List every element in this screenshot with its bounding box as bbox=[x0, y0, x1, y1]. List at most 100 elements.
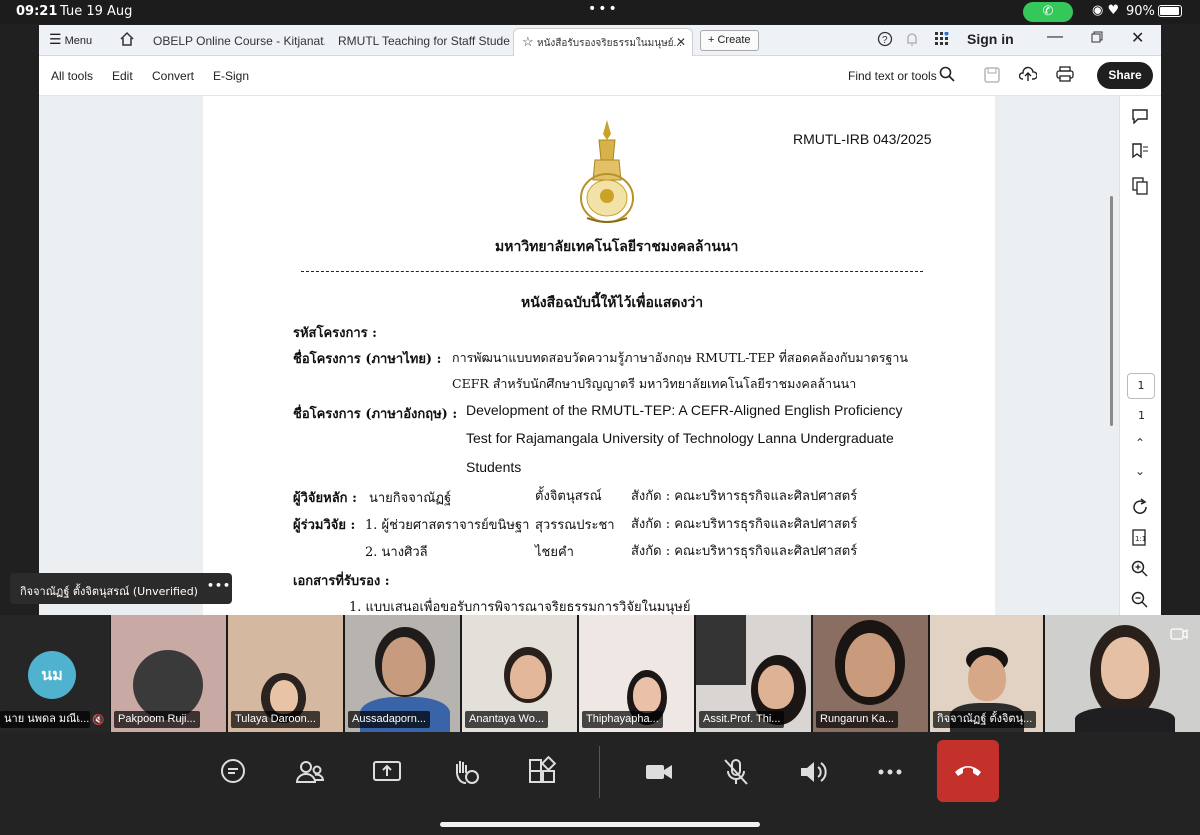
multitasking-dots-icon[interactable]: ••• bbox=[588, 1, 619, 17]
certificate-heading: หนังสือฉบับนี้ให้ไว้เพื่อแสดงว่า bbox=[521, 295, 704, 311]
camera-switch-icon[interactable] bbox=[1170, 627, 1188, 641]
find-text-field[interactable]: Find text or tools bbox=[848, 69, 937, 83]
date: Tue 19 Aug bbox=[60, 4, 133, 19]
reactions-icon[interactable] bbox=[449, 756, 481, 788]
share-screen-icon[interactable] bbox=[371, 756, 403, 788]
muted-mic-icon: 🔇 bbox=[92, 715, 105, 726]
convert-button[interactable]: Convert bbox=[152, 69, 194, 83]
participant-face bbox=[633, 677, 661, 713]
poster-background bbox=[696, 615, 746, 685]
star-icon[interactable]: ☆ bbox=[522, 34, 534, 49]
leave-call-button[interactable] bbox=[937, 740, 999, 802]
edit-button[interactable]: Edit bbox=[112, 69, 133, 83]
bookmark-icon[interactable] bbox=[1131, 143, 1149, 159]
tab-bar: ☰ Menu OBELP Online Course - Kitjanat...… bbox=[39, 25, 1161, 56]
hamburger-icon: ☰ bbox=[49, 31, 62, 47]
avatar: นม bbox=[28, 651, 76, 699]
share-button[interactable]: Share bbox=[1097, 62, 1153, 89]
divider-line bbox=[301, 271, 923, 272]
principal-investigator-label: ผู้วิจัยหลัก : bbox=[293, 491, 357, 506]
more-options-icon[interactable] bbox=[874, 756, 906, 788]
zoom-in-icon[interactable] bbox=[1131, 560, 1149, 578]
participant-face bbox=[270, 680, 298, 714]
help-icon[interactable]: ? bbox=[877, 31, 893, 47]
battery-percent: 90% bbox=[1126, 4, 1155, 19]
participant-tile[interactable]: Aussadaporn... bbox=[345, 615, 460, 732]
print-icon[interactable] bbox=[1056, 66, 1074, 82]
search-icon[interactable] bbox=[939, 66, 955, 82]
participant-face bbox=[382, 637, 426, 695]
active-call-pill[interactable]: ✆ bbox=[1023, 2, 1073, 22]
participant-name: Aussadaporn... bbox=[348, 711, 430, 728]
menu-button[interactable]: ☰ Menu bbox=[49, 31, 92, 48]
approved-documents-label: เอกสารที่รับรอง : bbox=[293, 574, 390, 589]
page-down-icon[interactable]: ⌄ bbox=[1135, 464, 1145, 478]
apps-grid-icon[interactable] bbox=[935, 32, 949, 46]
page-fit-icon[interactable]: 1:1 bbox=[1131, 529, 1149, 549]
all-tools-button[interactable]: All tools bbox=[51, 69, 93, 83]
zoom-out-icon[interactable] bbox=[1131, 591, 1149, 609]
participant-name: Thiphayapha... bbox=[582, 711, 663, 728]
pages-icon[interactable] bbox=[1131, 177, 1149, 195]
wifi-icon: ◉ ♥ bbox=[1092, 3, 1120, 18]
document-viewer[interactable]: RMUTL-IRB 043/2025 มหาวิทยาลัยเทคโนโลยีร… bbox=[39, 96, 1119, 615]
minimize-button[interactable]: — bbox=[1047, 28, 1063, 46]
presenter-name: กิจจาณัฏฐ์ ตั้งจิตนุสรณ์ (Unverified) bbox=[20, 585, 198, 598]
participant-name: Tulaya Daroon... bbox=[231, 711, 320, 728]
restore-button[interactable] bbox=[1091, 31, 1103, 43]
apps-icon[interactable] bbox=[526, 756, 558, 788]
bell-icon[interactable] bbox=[905, 31, 919, 47]
current-page-field[interactable]: 1 bbox=[1127, 373, 1155, 399]
cloud-upload-icon[interactable] bbox=[1019, 66, 1037, 82]
participant-name: Assit.Prof. Thi... bbox=[699, 711, 785, 728]
close-tab-icon[interactable]: ✕ bbox=[676, 29, 686, 55]
tab-rmutl[interactable]: RMUTL Teaching for Staff Stude... bbox=[330, 28, 510, 56]
speaker-icon[interactable] bbox=[797, 756, 829, 788]
participants-icon[interactable] bbox=[294, 756, 326, 788]
shared-screen: ☰ Menu OBELP Online Course - Kitjanat...… bbox=[39, 25, 1161, 615]
participant-name: นาย นพดล มณีเ... bbox=[0, 711, 90, 728]
tab-obelp[interactable]: OBELP Online Course - Kitjanat... bbox=[145, 28, 325, 56]
participant-tile[interactable]: Assit.Prof. Thi... bbox=[696, 615, 811, 732]
participant-tile[interactable]: Anantaya Wo... bbox=[462, 615, 577, 732]
project-name-th-line2: CEFR สำหรับนักศึกษาปริญญาตรี มหาวิทยาลัย… bbox=[452, 376, 857, 391]
chat-icon[interactable] bbox=[217, 756, 249, 788]
rotate-icon[interactable] bbox=[1131, 498, 1149, 516]
co-investigator-label: ผู้ร่วมวิจัย : bbox=[293, 518, 356, 533]
vertical-scrollbar[interactable] bbox=[1110, 196, 1113, 426]
close-window-button[interactable]: ✕ bbox=[1131, 28, 1144, 48]
participant-tile[interactable]: Rungarun Ka... bbox=[813, 615, 928, 732]
right-tool-rail: 1 1 ⌃ ⌄ 1:1 bbox=[1119, 96, 1161, 615]
project-name-en-line2: Test for Rajamangala University of Techn… bbox=[466, 430, 894, 446]
create-button[interactable]: + Create bbox=[700, 30, 759, 51]
participant-tile[interactable]: นม นาย นพดล มณีเ... 🔇 bbox=[0, 615, 110, 732]
co-investigator-1-last: สุวรรณประชา bbox=[535, 518, 615, 533]
project-name-en-line1: Development of the RMUTL-TEP: A CEFR-Ali… bbox=[466, 402, 903, 418]
participant-tile[interactable]: Thiphayapha... bbox=[579, 615, 694, 732]
participant-tile[interactable]: Tulaya Daroon... bbox=[228, 615, 343, 732]
participant-tile[interactable]: กิจจาณัฏฐ์ ตั้งจิตนุ... bbox=[930, 615, 1043, 732]
camera-icon[interactable] bbox=[643, 756, 675, 788]
irb-reference: RMUTL-IRB 043/2025 bbox=[793, 131, 932, 147]
project-name-th-line1: การพัฒนาแบบทดสอบวัดความรู้ภาษาอังกฤษ RMU… bbox=[452, 350, 908, 365]
project-name-en-line3: Students bbox=[466, 459, 522, 475]
participant-tile[interactable]: Pakpoom Ruji... bbox=[111, 615, 226, 732]
clock: 09:21 bbox=[16, 4, 58, 19]
mic-muted-icon[interactable] bbox=[720, 756, 752, 788]
tab-label: หนังสือรับรองจริยธรรมในมนุษย์... bbox=[537, 38, 682, 49]
home-indicator[interactable] bbox=[440, 822, 760, 827]
more-options-icon[interactable]: ••• bbox=[207, 579, 231, 592]
university-name: มหาวิทยาลัยเทคโนโลยีราชมงคลล้านนา bbox=[495, 239, 739, 255]
principal-investigator-first: นายกิจจาณัฏฐ์ bbox=[369, 491, 452, 506]
principal-investigator-affiliation: สังกัด : คณะบริหารธุรกิจและศิลปศาสตร์ bbox=[631, 489, 858, 504]
page-up-icon[interactable]: ⌃ bbox=[1135, 436, 1145, 450]
home-icon[interactable] bbox=[119, 31, 135, 47]
tab-certificate[interactable]: ☆ หนังสือรับรองจริยธรรมในมนุษย์... ✕ bbox=[513, 28, 693, 56]
participant-tile[interactable] bbox=[1045, 615, 1200, 732]
comment-icon[interactable] bbox=[1131, 108, 1149, 124]
esign-button[interactable]: E-Sign bbox=[213, 69, 249, 83]
sign-in-link[interactable]: Sign in bbox=[967, 31, 1014, 47]
controls-divider bbox=[599, 746, 600, 798]
save-icon[interactable] bbox=[984, 67, 1000, 83]
presenter-name-banner[interactable]: กิจจาณัฏฐ์ ตั้งจิตนุสรณ์ (Unverified) ••… bbox=[10, 573, 232, 604]
